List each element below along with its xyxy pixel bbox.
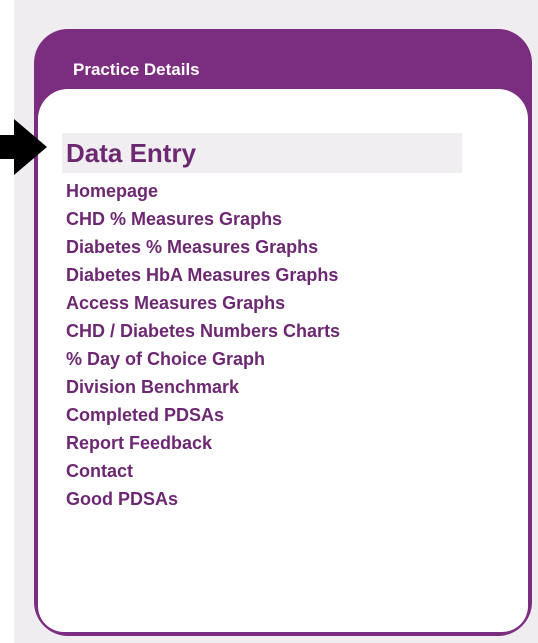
nav-item-diabetes-measures-graphs[interactable]: Diabetes % Measures Graphs [62,233,502,261]
nav-menu: Data Entry Homepage CHD % Measures Graph… [62,133,502,513]
nav-item-report-feedback[interactable]: Report Feedback [62,429,502,457]
panel-title: Practice Details [73,60,200,79]
panel-body: Data Entry Homepage CHD % Measures Graph… [38,89,528,632]
nav-item-chd-measures-graphs[interactable]: CHD % Measures Graphs [62,205,502,233]
nav-item-contact[interactable]: Contact [62,457,502,485]
nav-item-access-measures-graphs[interactable]: Access Measures Graphs [62,289,502,317]
practice-details-panel: Practice Details Data Entry Homepage CHD… [34,29,532,636]
nav-item-good-pdsas[interactable]: Good PDSAs [62,485,502,513]
nav-item-completed-pdsas[interactable]: Completed PDSAs [62,401,502,429]
nav-item-diabetes-hba-measures-graphs[interactable]: Diabetes HbA Measures Graphs [62,261,502,289]
arrow-right-icon [0,119,47,175]
nav-item-day-of-choice-graph[interactable]: % Day of Choice Graph [62,345,502,373]
nav-item-division-benchmark[interactable]: Division Benchmark [62,373,502,401]
nav-item-data-entry[interactable]: Data Entry [62,133,462,173]
nav-item-chd-diabetes-numbers-charts[interactable]: CHD / Diabetes Numbers Charts [62,317,502,345]
nav-item-homepage[interactable]: Homepage [62,177,502,205]
nav-items: Homepage CHD % Measures Graphs Diabetes … [62,177,502,513]
